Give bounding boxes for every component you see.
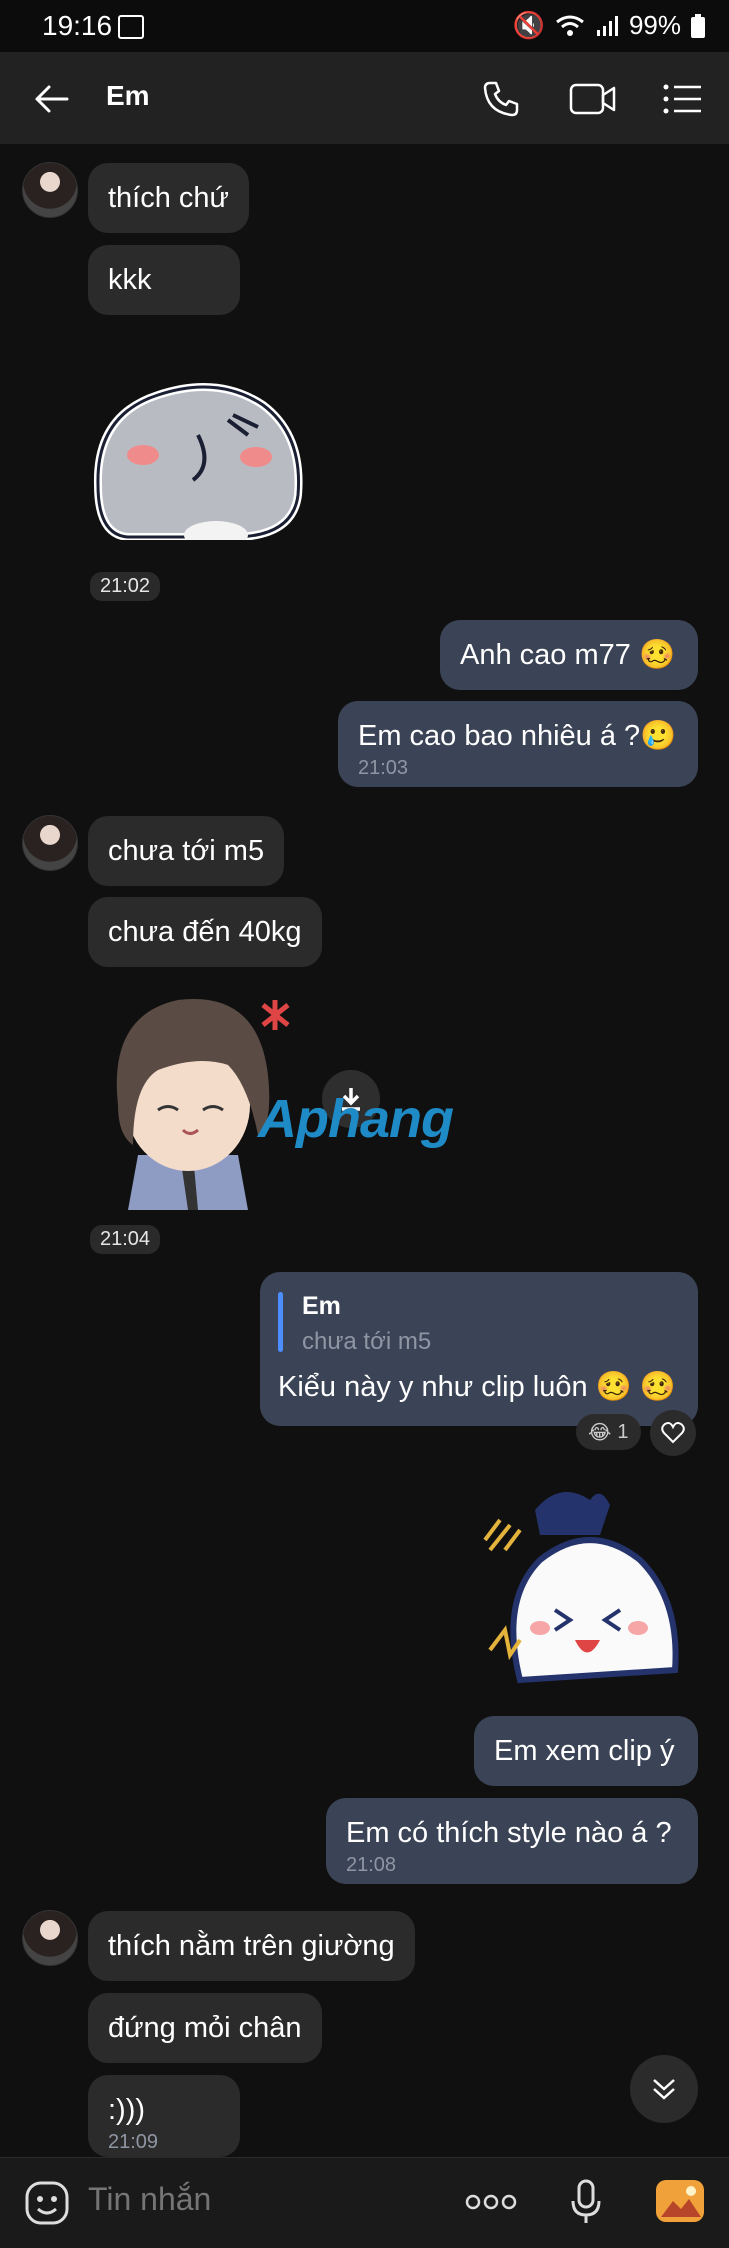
- message-time: 21:03: [358, 757, 409, 779]
- more-dots-icon[interactable]: [462, 2180, 520, 2224]
- arrow-left-icon[interactable]: [28, 76, 74, 122]
- message-bubble[interactable]: thích nằm trên giường: [88, 1911, 415, 1981]
- message-text: Em có thích style nào á ?: [346, 1817, 672, 1849]
- gallery-notification-icon: [118, 15, 144, 39]
- image-icon[interactable]: [654, 2176, 706, 2226]
- watermark: Aphang: [258, 1089, 454, 1149]
- video-icon[interactable]: [568, 78, 618, 120]
- message-time: 21:09: [108, 2131, 159, 2153]
- battery-text: 99%: [628, 10, 681, 40]
- heart-icon[interactable]: [650, 1410, 696, 1456]
- message-bubble[interactable]: chưa tới m5: [88, 816, 285, 886]
- reaction-badge[interactable]: 😂 1: [576, 1414, 641, 1450]
- message-time: 21:04: [90, 1225, 161, 1254]
- message-bubble[interactable]: thích chứ: [88, 163, 249, 233]
- sticker-image[interactable]: [88, 375, 308, 540]
- message-input[interactable]: [88, 2181, 388, 2218]
- avatar[interactable]: [22, 815, 78, 871]
- message-time: 21:02: [90, 572, 161, 601]
- phone-icon[interactable]: [478, 76, 524, 122]
- status-time: 19:16: [42, 10, 113, 41]
- reply-bar: [278, 1292, 283, 1352]
- avatar[interactable]: [22, 162, 78, 218]
- reaction-count: 1: [617, 1420, 629, 1443]
- message-bubble[interactable]: đứng mỏi chân: [88, 1993, 322, 2063]
- signal-icon: [596, 15, 618, 36]
- list-menu-icon[interactable]: [660, 78, 706, 120]
- mic-icon[interactable]: [564, 2176, 608, 2228]
- message-bubble[interactable]: kkk: [88, 245, 240, 315]
- battery-icon: [691, 13, 705, 38]
- reply-quote: chưa tới m5: [302, 1328, 432, 1355]
- wifi-icon: [556, 15, 584, 36]
- message-bubble[interactable]: Em cao bao nhiêu á ?🥲 21:03: [338, 701, 698, 787]
- message-bubble[interactable]: Em có thích style nào á ? 21:08: [326, 1798, 698, 1884]
- message-bubble[interactable]: Anh cao m77 🥴: [440, 620, 698, 690]
- reply-sender: Em: [302, 1292, 341, 1320]
- status-icons: 🔇 99%: [513, 10, 705, 41]
- message-time: 21:08: [346, 1854, 397, 1876]
- reaction-emoji-icon: 😂: [588, 1421, 612, 1444]
- message-text: Kiểu này y như clip luôn 🥴 🥴: [278, 1371, 676, 1403]
- avatar[interactable]: [22, 1910, 78, 1966]
- message-bubble[interactable]: chưa đến 40kg: [88, 897, 322, 967]
- scroll-down-icon[interactable]: [630, 2055, 698, 2123]
- emoji-icon[interactable]: [22, 2178, 72, 2228]
- message-text: :))): [108, 2094, 146, 2126]
- sticker-image[interactable]: [480, 1480, 700, 1700]
- mute-icon: 🔇: [512, 10, 545, 40]
- chat-title: Em: [106, 80, 150, 111]
- message-text: Em cao bao nhiêu á ?🥲: [358, 720, 677, 752]
- message-bubble[interactable]: :))) 21:09: [88, 2075, 240, 2157]
- message-bubble[interactable]: Em xem clip ý: [474, 1716, 698, 1786]
